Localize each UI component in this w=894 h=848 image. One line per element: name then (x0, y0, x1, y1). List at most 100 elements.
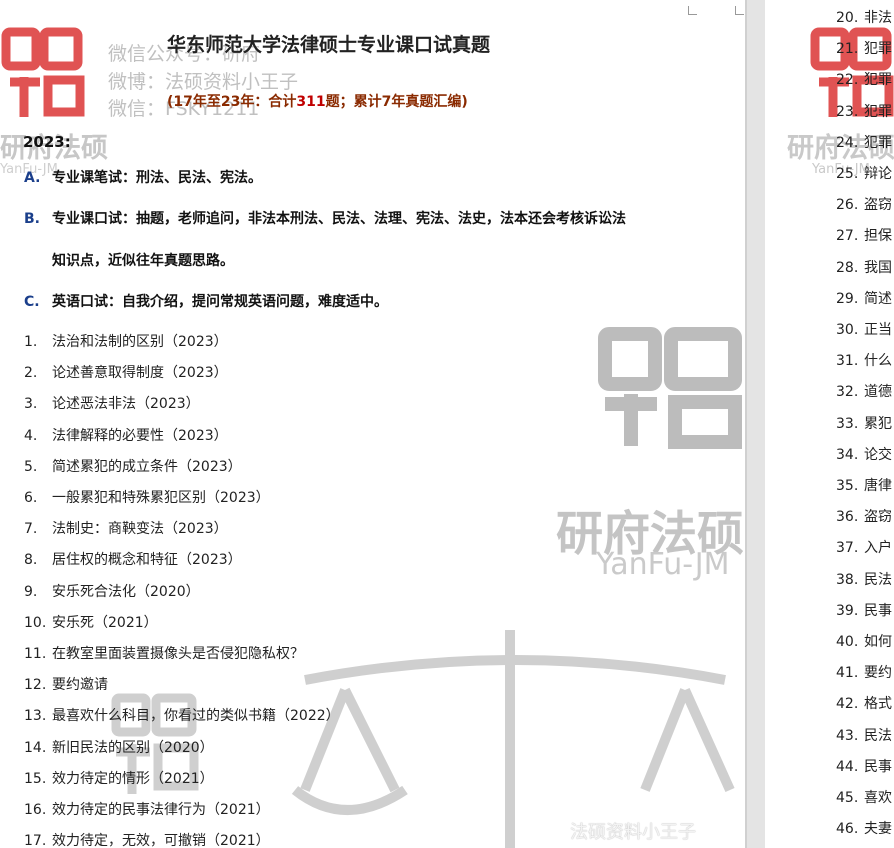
item-number: 39. (836, 602, 859, 619)
list-item: 44. 民事 (836, 756, 892, 778)
item-number: 17. (24, 833, 47, 848)
list-item: 12. 要约邀请 (24, 674, 108, 696)
section-letter: C. (24, 294, 40, 310)
item-number: 32. (836, 384, 859, 401)
subtitle-suffix: 题；累计7年真题汇编) (325, 94, 468, 110)
item-text: 正当 (864, 322, 892, 338)
brand-logo-watermark (0, 22, 85, 122)
list-item: 38. 民法 (836, 569, 892, 591)
page-gap-edge (745, 0, 747, 848)
item-number: 38. (836, 571, 859, 588)
item-number: 5. (24, 458, 38, 475)
big-seal-watermark (595, 322, 745, 450)
list-item: 45. 喜欢 (836, 787, 892, 809)
item-text: 要约 (864, 665, 892, 682)
item-number: 20. (836, 10, 859, 26)
list-item: 4. 法律解释的必要性（2023） (24, 425, 228, 447)
item-number: 13. (24, 708, 47, 725)
item-number: 10. (24, 614, 47, 631)
item-number: 15. (24, 770, 47, 787)
big-brand-watermark-en: YanFu-JM (596, 547, 730, 582)
list-item: 21. 犯罪 (836, 38, 892, 60)
page-gap (745, 0, 765, 848)
item-text: 民法 (864, 571, 892, 588)
item-number: 27. (836, 228, 859, 245)
item-text: 最喜欢什么科目，你看过的类似书籍（2022） (52, 708, 340, 725)
list-item: 31. 什么 (836, 350, 892, 372)
list-item: 17. 效力待定，无效，可撤销（2021） (24, 830, 270, 848)
item-number: 7. (24, 521, 38, 538)
list-item: 41. 要约 (836, 662, 892, 684)
item-text: 效力待定，无效，可撤销（2021） (52, 833, 270, 848)
item-text: 安乐死（2021） (52, 614, 158, 631)
list-item: 13. 最喜欢什么科目，你看过的类似书籍（2022） (24, 705, 340, 727)
item-number: 41. (836, 665, 859, 682)
item-text: 在教室里面装置摄像头是否侵犯隐私权？ (52, 646, 304, 662)
item-number: 36. (836, 509, 859, 526)
list-item: 33. 累犯 (836, 413, 892, 435)
item-text: 简述累犯的成立条件（2023） (52, 458, 242, 475)
item-number: 21. (836, 41, 859, 58)
item-text: 新旧民法的区别（2020） (52, 739, 214, 756)
item-text: 累犯 (864, 415, 892, 432)
item-text: 犯罪 (864, 41, 892, 58)
section-c: C. 英语口试：自我介绍，提问常规英语问题，难度适中。 (24, 291, 388, 311)
document-title: 华东师范大学法律硕士专业课口试真题 (167, 34, 491, 56)
list-item: 20. 非法 (836, 7, 892, 29)
item-number: 16. (24, 802, 47, 818)
item-number: 46. (836, 821, 859, 838)
item-text: 道德 (864, 384, 892, 401)
list-item: 15. 效力待定的情形（2021） (24, 768, 214, 790)
item-text: 论述恶法非法（2023） (52, 396, 200, 413)
item-number: 1. (24, 334, 38, 350)
list-item: 37. 入户 (836, 537, 892, 559)
section-text: 英语口试：自我介绍，提问常规英语问题，难度适中。 (52, 294, 388, 310)
item-number: 40. (836, 634, 859, 650)
item-text: 喜欢 (864, 790, 892, 806)
list-item: 11. 在教室里面装置摄像头是否侵犯隐私权？ (24, 643, 304, 665)
list-item: 25. 辩论 (836, 163, 892, 185)
item-text: 论述善意取得制度（2023） (52, 365, 228, 382)
bottom-watermark: 法硕资料小王子 (570, 822, 696, 843)
item-number: 9. (24, 583, 38, 600)
list-item: 9. 安乐死合法化（2020） (24, 581, 200, 603)
item-number: 4. (24, 427, 38, 444)
item-text: 犯罪 (864, 134, 892, 151)
year-heading: 2023: (23, 133, 71, 151)
item-text: 入户 (864, 540, 892, 557)
section-b-continuation: 知识点，近似往年真题思路。 (52, 253, 234, 269)
list-item: 46. 夫妻 (836, 818, 892, 840)
item-text: 简述 (864, 290, 892, 307)
section-letter: B. (24, 211, 40, 227)
scales-watermark (291, 630, 735, 848)
list-item: 30. 正当 (836, 319, 892, 341)
list-item: 23. 犯罪 (836, 101, 892, 123)
subtitle-count: 311 (296, 94, 326, 110)
item-number: 35. (836, 478, 859, 494)
item-number: 34. (836, 446, 859, 463)
list-item: 39. 民事 (836, 600, 892, 622)
item-number: 11. (24, 646, 47, 662)
item-text: 格式 (864, 696, 892, 713)
list-item: 10. 安乐死（2021） (24, 612, 158, 634)
item-number: 12. (24, 677, 47, 694)
list-item: 8. 居住权的概念和特征（2023） (24, 549, 242, 571)
item-text: 辩论 (864, 166, 892, 182)
list-item: 29. 简述 (836, 288, 892, 310)
item-text: 如何 (864, 634, 892, 650)
item-text: 要约邀请 (52, 677, 108, 694)
item-text: 夫妻 (864, 821, 892, 838)
item-number: 37. (836, 540, 859, 557)
corner-marker (688, 6, 697, 15)
corner-marker (735, 6, 744, 15)
item-text: 一般累犯和特殊累犯区别（2023） (52, 490, 270, 506)
item-text: 论交 (864, 446, 892, 463)
section-text: 专业课笔试：刑法、民法、宪法。 (52, 170, 262, 186)
item-number: 25. (836, 166, 859, 182)
item-text: 盗窃 (864, 509, 892, 526)
section-a: A. 专业课笔试：刑法、民法、宪法。 (24, 167, 262, 187)
item-number: 44. (836, 758, 859, 775)
item-text: 盗窃 (864, 197, 892, 214)
item-text: 担保 (864, 228, 892, 245)
item-text: 法制史：商鞅变法（2023） (52, 521, 228, 538)
